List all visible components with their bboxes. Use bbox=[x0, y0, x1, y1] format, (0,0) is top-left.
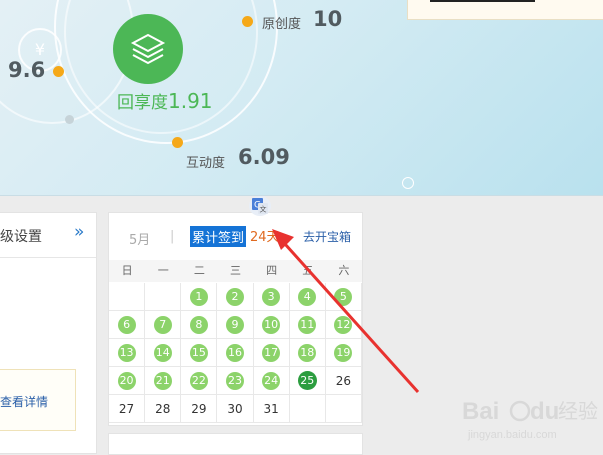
watermark-product: 经验 bbox=[558, 399, 598, 423]
watermark-brand-suffix: du bbox=[530, 398, 559, 425]
watermark-url: jingyan.baidu.com bbox=[467, 429, 557, 441]
watermark-brand: Bai bbox=[462, 398, 499, 425]
baidu-jingyan-watermark: Bai du 经验 jingyan.baidu.com bbox=[462, 391, 602, 447]
paw-icon bbox=[509, 400, 531, 422]
annotation-arrow bbox=[272, 229, 420, 394]
